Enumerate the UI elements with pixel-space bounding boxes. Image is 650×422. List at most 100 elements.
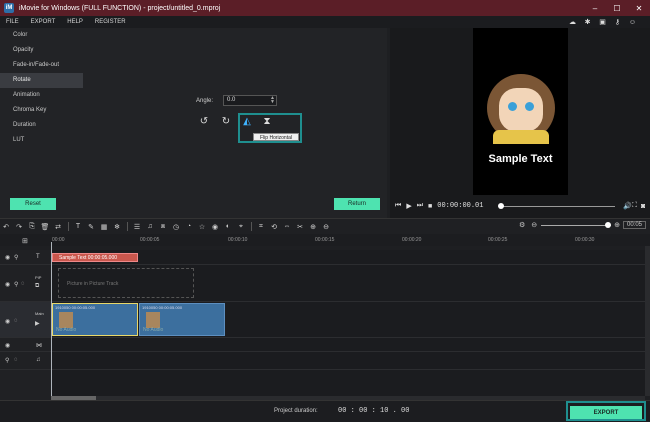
zoom-out-icon[interactable]: ⊖ [320,223,332,231]
pip-placeholder[interactable]: Picture in Picture Track [58,268,194,298]
ruler-tick: 00:00:10 [228,237,248,243]
sidebar-item-opacity[interactable]: Opacity [0,43,83,58]
undo-icon[interactable]: ↶ [0,223,12,231]
main-track-icon: ▶ [35,321,40,327]
tooltip: Flip Horizontal [253,133,299,141]
zoom-in-icon[interactable]: ⊕ [307,223,319,231]
text-clip[interactable]: Sample Text 00:00:05.000 [52,253,138,262]
zoom-slider-knob[interactable] [605,221,612,228]
playhead[interactable] [51,242,52,400]
rotate-tool-icon[interactable]: ⟲ [268,223,280,231]
transition-track-icon: ⋈ [36,343,42,349]
pen-icon[interactable]: ✎ [85,223,97,231]
text-track-icon: T [36,254,40,260]
eye-icon[interactable]: ◉ [5,342,10,349]
snapshot-icon[interactable]: ◙ [641,203,645,210]
play-icon[interactable]: ▶ [406,202,411,210]
zoom-slider[interactable] [541,221,612,228]
audio-mute-icon[interactable]: ◌ [14,357,18,363]
eye-icon[interactable]: ◉ [5,281,10,288]
sidebar-item-label: Color [13,32,28,38]
zoom-in-timeline-icon[interactable]: ⊕ [614,221,620,229]
user-icon[interactable]: ☺ [625,19,640,26]
fullscreen-icon[interactable]: ⛶ [632,202,637,210]
crop-icon[interactable]: ⧈ [157,223,169,231]
empty-track-area [51,370,650,396]
main-clip-1[interactable]: 1910050 00:00:05.000 No Audio [52,303,138,336]
color-icon[interactable]: ◐ [222,223,234,230]
align-icon[interactable]: ☰ [131,223,143,231]
stop-icon[interactable]: ■ [428,203,432,210]
angle-stepper-icon[interactable]: ▲ ▼ [270,96,275,105]
freeze-icon[interactable]: ◉ [209,223,221,231]
menu-export[interactable]: EXPORT [25,19,62,25]
close-icon[interactable]: ✕ [628,0,650,16]
character-image [487,74,555,144]
music-icon[interactable]: ♫ [144,223,156,230]
sidebar-item-label: Chroma Key [13,107,47,113]
split-icon[interactable]: ✂ [294,223,306,231]
flip-tool-icon[interactable]: ⇔ [281,223,293,230]
volume-icon[interactable]: 🔊 [623,202,632,210]
eye-icon[interactable]: ◉ [5,254,10,261]
sidebar-item-label: Fade-in/Fade-out [13,62,60,68]
sidebar-item-fade[interactable]: Fade-in/Fade-out [0,58,83,73]
skip-back-icon[interactable]: ⏮ [395,202,401,210]
preview-panel: Sample Text [390,28,650,218]
marker-icon[interactable]: ⌖ [235,223,247,231]
key-icon[interactable]: ⚷ [610,18,625,26]
timeline-ruler: 00:00 00:00:05 00:00:10 00:00:15 00:00:2… [0,234,650,246]
ruler-tick: 00:00:05 [140,237,160,243]
return-button[interactable]: Return [334,198,380,210]
clip-thumbnail [59,312,73,328]
text-tool-icon[interactable]: T [72,223,84,230]
link-icon[interactable]: ⚲ [5,357,9,364]
zoom-out-timeline-icon[interactable]: ⊖ [531,221,537,229]
video-frame: Sample Text [473,28,568,195]
effect-icon[interactable]: ❄ [111,223,123,231]
audio-mute-icon[interactable]: ◌ [21,281,25,287]
crop-frame-icon[interactable]: ⌗ [255,223,267,231]
sidebar-item-chroma-key[interactable]: Chroma Key [0,103,83,118]
sidebar-item-duration[interactable]: Duration [0,118,83,133]
eye-icon[interactable]: ◉ [5,318,10,325]
speed-icon[interactable]: ◔ [183,223,195,230]
sidebar-item-label: LUT [13,137,25,143]
clock-icon[interactable]: ◷ [170,223,182,231]
add-track-icon[interactable]: ⊞ [22,237,28,245]
copy-icon[interactable]: ⎘ [26,223,38,231]
ruler-tick: 00:00 [52,237,65,243]
scrubber-knob[interactable] [498,203,504,209]
delete-icon[interactable]: 🗑 [39,223,51,231]
main-clip-2[interactable]: 1910050 00:00:05.000 No Audio [139,303,225,336]
lock-icon[interactable]: ⚲ [14,281,18,288]
menu-help[interactable]: HELP [61,19,89,25]
star-icon[interactable]: ☆ [196,223,208,231]
store-icon[interactable]: ▣ [595,18,610,26]
reset-button[interactable]: Reset [10,198,56,210]
track-header-main: ◉ ◌ Main ▶ [0,302,51,338]
step-forward-icon[interactable]: ⏭ [417,202,423,210]
sidebar-item-rotate[interactable]: Rotate [0,73,83,88]
cloud-icon[interactable]: ☁ [565,18,580,26]
sidebar-item-animation[interactable]: Animation [0,88,83,103]
sidebar-item-color[interactable]: Color [0,28,83,43]
replace-icon[interactable]: ⇄ [52,223,64,231]
menu-file[interactable]: FILE [0,19,25,25]
audio-mute-icon[interactable]: ◌ [14,318,18,324]
angle-input[interactable]: 0.0 ▲ ▼ [223,95,277,106]
menu-register[interactable]: REGISTER [89,19,132,25]
settings-icon[interactable]: ⚙ [519,221,525,229]
preview-scrubber[interactable] [500,206,615,207]
maximize-icon[interactable]: ☐ [606,0,628,16]
sidebar-item-lut[interactable]: LUT [0,133,83,148]
zoom-value[interactable]: 00:05 [622,221,646,229]
redo-icon[interactable]: ↷ [13,223,25,231]
vertical-scrollbar[interactable] [645,246,650,396]
lock-icon[interactable]: ⚲ [14,254,18,261]
mosaic-icon[interactable]: ▦ [98,223,110,231]
minimize-icon[interactable]: – [584,0,606,16]
rotate-left-icon[interactable]: ↺ [198,116,210,128]
rotate-right-icon[interactable]: ↻ [220,116,232,128]
bug-icon[interactable]: ✱ [580,18,595,26]
